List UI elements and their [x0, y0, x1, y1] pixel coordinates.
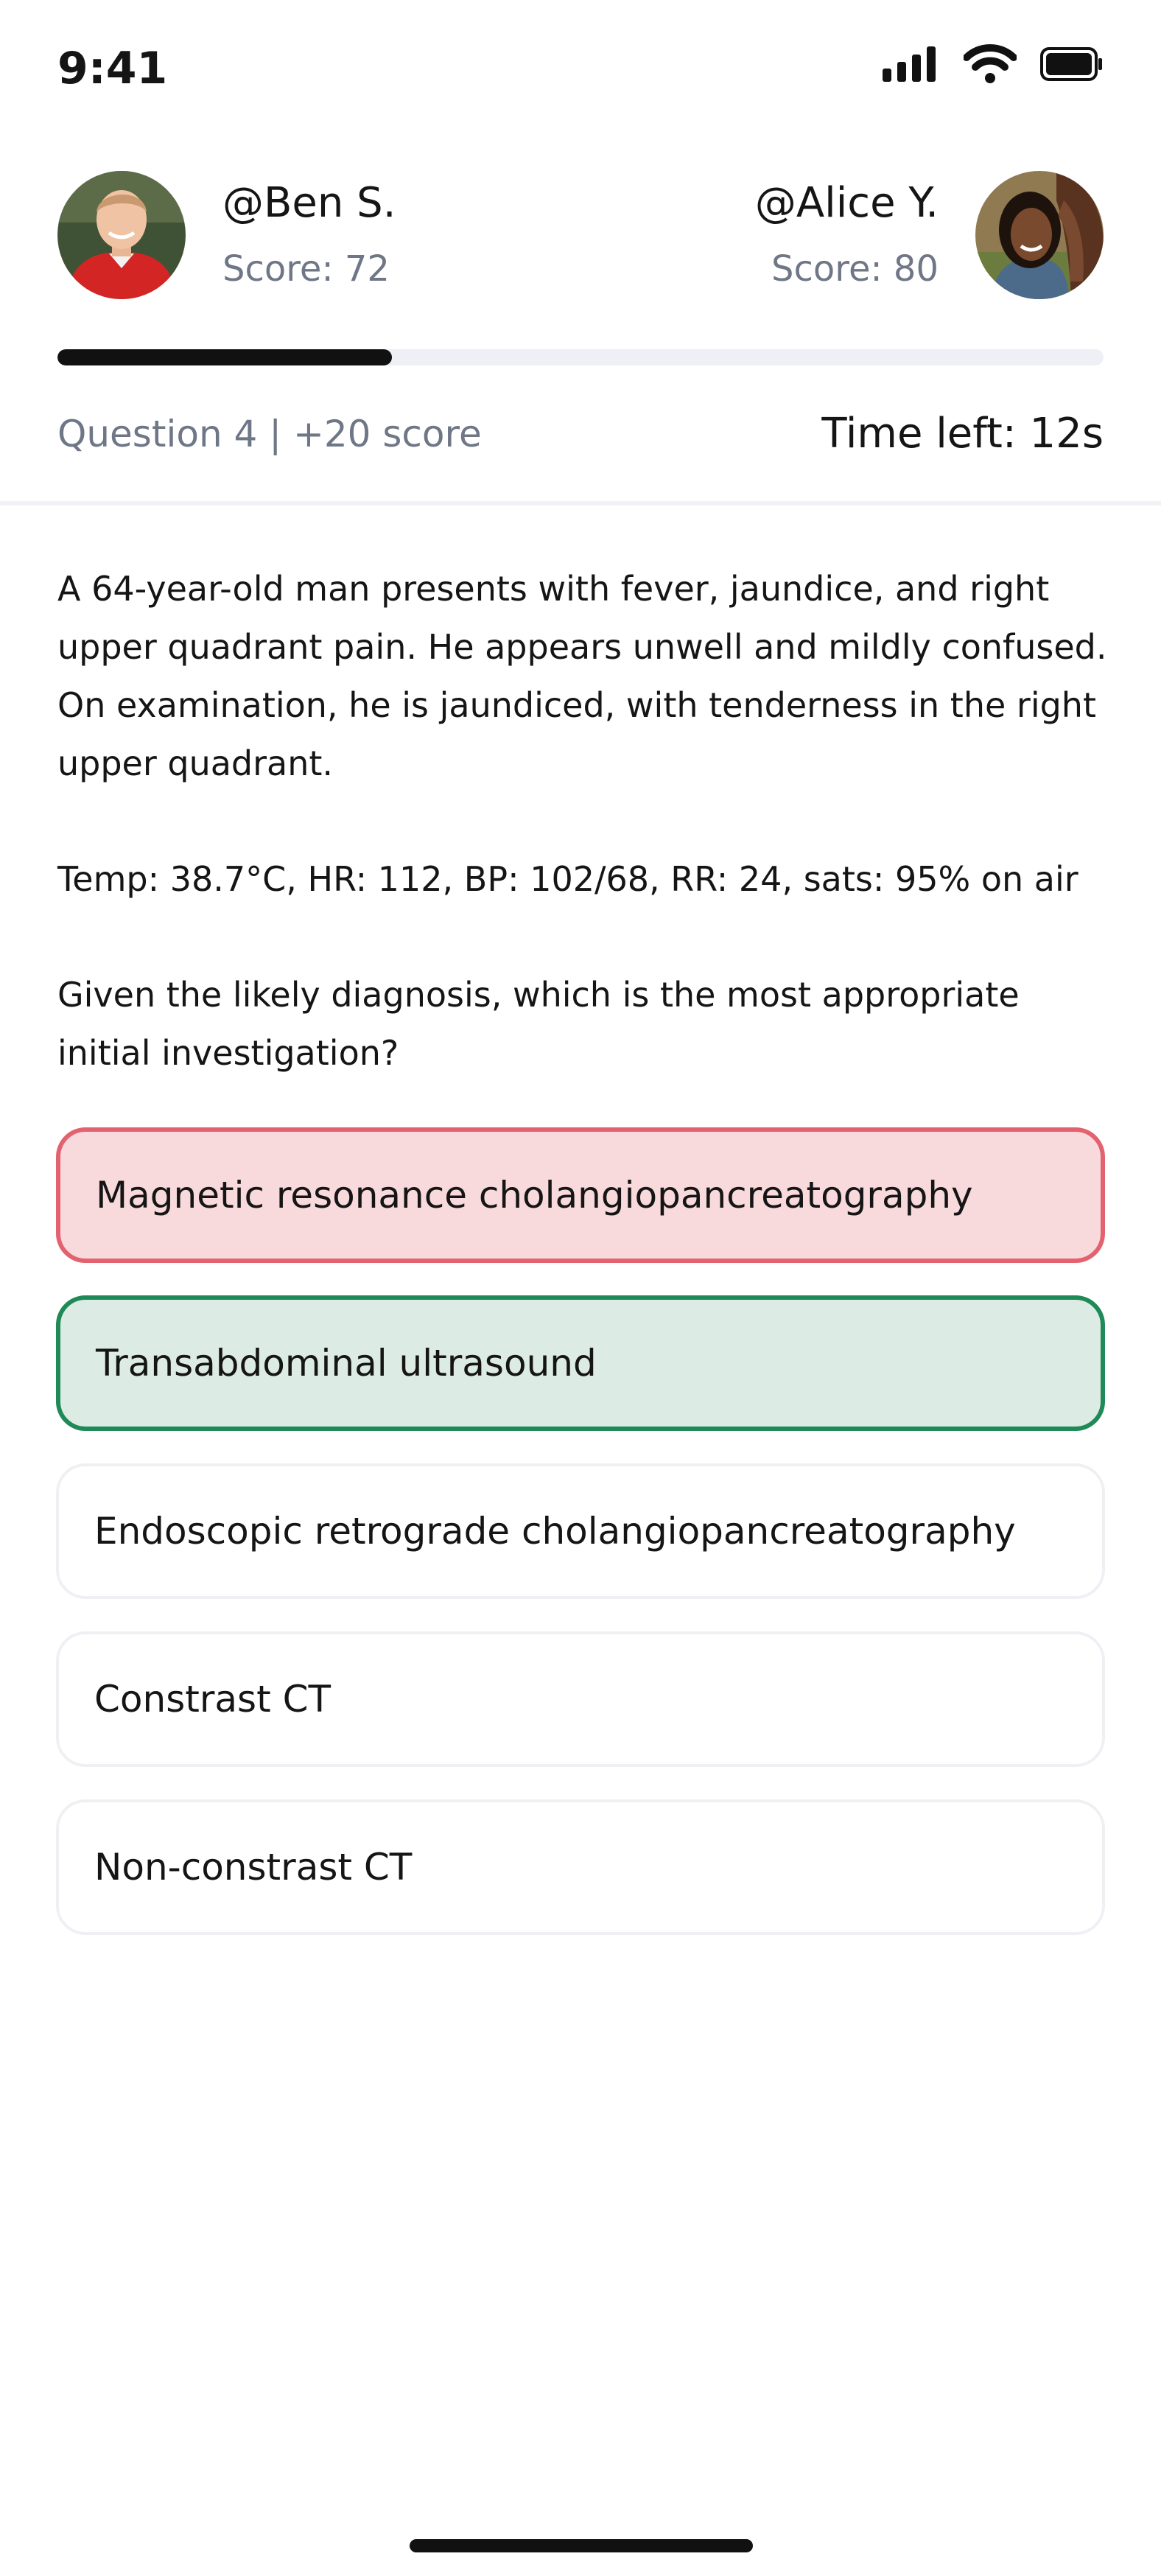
player-left: @Ben S. Score: 72 [57, 171, 396, 299]
answer-option[interactable]: Magnetic resonance cholangiopancreatogra… [56, 1127, 1105, 1263]
question-prompt: Given the likely diagnosis, which is the… [57, 975, 1020, 1073]
status-icons [883, 44, 1104, 84]
avatar-left [57, 171, 186, 299]
answer-option[interactable]: Endoscopic retrograde cholangiopancreato… [56, 1463, 1105, 1599]
answer-options: Magnetic resonance cholangiopancreatogra… [56, 1127, 1105, 1967]
player-left-score: Score: 72 [222, 248, 390, 290]
time-left: Time left: 12s [821, 410, 1104, 458]
answer-option-label: Transabdominal ultrasound [96, 1342, 597, 1385]
player-right-score: Score: 80 [771, 248, 939, 290]
question-paragraph: A 64-year-old man presents with fever, j… [57, 569, 1107, 783]
battery-icon [1040, 47, 1102, 81]
question-vitals: Temp: 38.7°C, HR: 112, BP: 102/68, RR: 2… [57, 859, 1078, 899]
avatar-right [975, 171, 1104, 299]
quiz-screen: 9:41 @Ben S. Score: 72 @Alice Y. Score: … [0, 0, 1161, 2576]
answer-option[interactable]: Non-constrast CT [56, 1799, 1105, 1935]
player-left-handle: @Ben S. [222, 179, 396, 227]
question-text: A 64-year-old man presents with fever, j… [57, 560, 1118, 1082]
question-meta: Question 4 | +20 score [57, 413, 482, 455]
status-time: 9:41 [57, 43, 168, 94]
home-indicator[interactable] [410, 2539, 753, 2552]
question-progress-fill [57, 349, 393, 365]
answer-option-label: Endoscopic retrograde cholangiopancreato… [94, 1510, 1016, 1553]
signal-icon [883, 46, 936, 82]
header-divider [0, 501, 1161, 505]
answer-option-label: Magnetic resonance cholangiopancreatogra… [96, 1174, 973, 1217]
answer-option[interactable]: Constrast CT [56, 1631, 1105, 1767]
question-progress-bar [57, 349, 1104, 365]
answer-option[interactable]: Transabdominal ultrasound [56, 1295, 1105, 1431]
wifi-icon [964, 44, 1017, 83]
player-right: @Alice Y. Score: 80 [755, 171, 1104, 299]
answer-option-label: Non-constrast CT [94, 1846, 413, 1889]
answer-option-label: Constrast CT [94, 1678, 332, 1721]
player-right-handle: @Alice Y. [754, 179, 939, 227]
